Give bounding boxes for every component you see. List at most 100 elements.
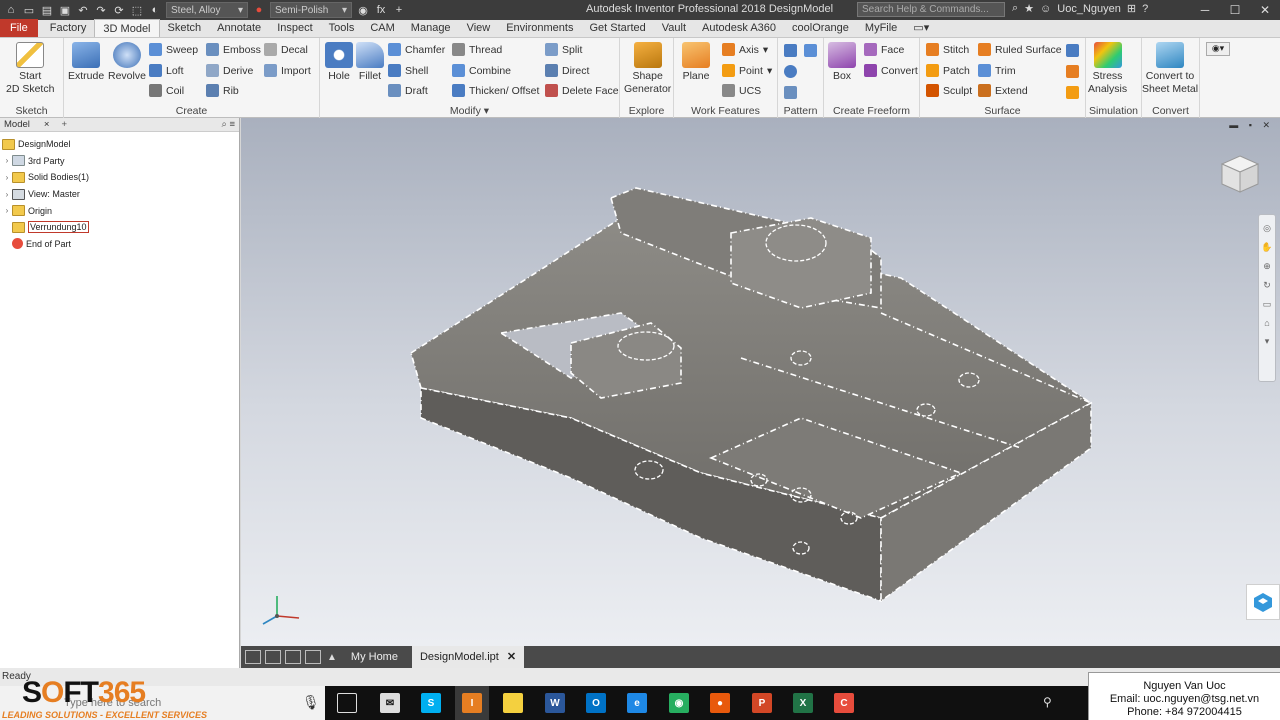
zoom-icon[interactable]: ⊕ bbox=[1263, 261, 1271, 272]
tree-node-view-master[interactable]: › View: Master bbox=[2, 186, 237, 203]
mirror-icon[interactable] bbox=[804, 44, 817, 57]
add-in-cube-button[interactable] bbox=[1246, 584, 1280, 620]
stitch-button[interactable]: Stitch bbox=[926, 43, 969, 56]
word-icon[interactable]: W bbox=[545, 693, 565, 713]
circular-pattern-icon[interactable] bbox=[784, 65, 797, 78]
sculpt-button[interactable]: Sculpt bbox=[926, 84, 972, 97]
delete-face-button[interactable]: Delete Face bbox=[545, 84, 619, 97]
maximize-button[interactable]: ☐ bbox=[1220, 0, 1250, 20]
tab-annotate[interactable]: Annotate bbox=[209, 19, 269, 37]
close-tab-icon[interactable]: ✕ bbox=[507, 651, 516, 663]
my-home-tab[interactable]: My Home bbox=[343, 646, 406, 668]
microphone-icon[interactable]: 🎙 bbox=[302, 694, 320, 711]
coil-button[interactable]: Coil bbox=[149, 84, 184, 97]
import-button[interactable]: Import bbox=[264, 64, 311, 77]
arrange-vertical-icon[interactable] bbox=[305, 650, 321, 664]
combine-button[interactable]: Combine bbox=[452, 64, 511, 77]
color-override-icon[interactable]: ◉ bbox=[356, 3, 370, 17]
tab-manage[interactable]: Manage bbox=[403, 19, 459, 37]
tab-list-icon[interactable]: ▲ bbox=[327, 652, 337, 663]
tree-node-end-of-part[interactable]: End of Part bbox=[2, 236, 237, 253]
model-tab[interactable]: Model bbox=[4, 119, 30, 130]
tab-coolorange[interactable]: coolOrange bbox=[784, 19, 857, 37]
graphics-viewport[interactable]: ▬ ▪ ✕ ◎ ✋ ⊕ ↻ ▭ ⌂ ▾ bbox=[241, 118, 1280, 646]
derive-button[interactable]: Derive bbox=[206, 64, 253, 77]
edge-icon[interactable]: e bbox=[627, 693, 647, 713]
other-app-icon[interactable]: C bbox=[834, 693, 854, 713]
menu-icon[interactable]: ≡ bbox=[229, 119, 235, 130]
add-browser-icon[interactable]: + bbox=[61, 119, 67, 130]
extrude-button[interactable]: Extrude bbox=[68, 42, 104, 83]
ribbon-options-dropdown[interactable]: ◉▾ bbox=[1206, 42, 1230, 56]
plane-button[interactable]: Plane bbox=[682, 42, 710, 83]
loft-button[interactable]: Loft bbox=[149, 64, 184, 77]
material-dropdown[interactable]: Steel, Alloy ▾ bbox=[166, 2, 248, 18]
select-icon[interactable]: ⬚ bbox=[130, 3, 144, 17]
add-icon[interactable]: + bbox=[392, 3, 406, 17]
chrome-icon[interactable]: ◉ bbox=[669, 693, 689, 713]
help-icon[interactable]: ? bbox=[1142, 3, 1148, 15]
close-browser-icon[interactable]: × bbox=[44, 119, 50, 130]
tab-options-icon[interactable]: ▭▾ bbox=[905, 19, 937, 37]
arrange-horizontal-icon[interactable] bbox=[285, 650, 301, 664]
shape-generator-button[interactable]: Shape Generator bbox=[624, 42, 671, 96]
trim-button[interactable]: Trim bbox=[978, 64, 1016, 77]
pan-icon[interactable]: ✋ bbox=[1261, 242, 1272, 253]
expand-nav-icon[interactable]: ▾ bbox=[1265, 336, 1270, 347]
point-button[interactable]: Point ▾ bbox=[722, 64, 772, 77]
tab-cam[interactable]: CAM bbox=[362, 19, 402, 37]
ruled-surface-button[interactable]: Ruled Surface bbox=[978, 43, 1062, 56]
measure-icon[interactable]: ◐ bbox=[148, 3, 162, 17]
designmodel-tab[interactable]: DesignModel.ipt ✕ bbox=[411, 646, 525, 668]
thread-button[interactable]: Thread bbox=[452, 43, 502, 56]
task-view-icon[interactable] bbox=[337, 693, 357, 713]
user-icon[interactable]: ☺ bbox=[1040, 3, 1051, 15]
skype-icon[interactable]: S bbox=[421, 693, 441, 713]
inventor-icon[interactable]: I bbox=[462, 693, 482, 713]
draft-button[interactable]: Draft bbox=[388, 84, 428, 97]
expand-icon[interactable]: › bbox=[2, 206, 12, 215]
tab-vault[interactable]: Vault bbox=[654, 19, 694, 37]
home-icon[interactable]: ⌂ bbox=[4, 3, 18, 17]
axis-button[interactable]: Axis ▾ bbox=[722, 43, 768, 56]
search-icon[interactable]: ⌕ bbox=[1012, 2, 1018, 15]
patch-button[interactable]: Patch bbox=[926, 64, 970, 77]
look-at-icon[interactable]: ▭ bbox=[1263, 299, 1272, 310]
chamfer-button[interactable]: Chamfer bbox=[388, 43, 445, 56]
expand-icon[interactable]: › bbox=[2, 156, 12, 165]
orbit-icon[interactable]: ↻ bbox=[1263, 280, 1271, 291]
undo-icon[interactable]: ↶ bbox=[76, 3, 90, 17]
view-cube[interactable] bbox=[1218, 152, 1262, 196]
tab-tools[interactable]: Tools bbox=[321, 19, 363, 37]
convert-sheet-metal-button[interactable]: Convert to Sheet Metal bbox=[1142, 42, 1198, 96]
people-icon[interactable]: ⚲ bbox=[1043, 695, 1052, 709]
stress-analysis-button[interactable]: Stress Analysis bbox=[1088, 42, 1127, 96]
excel-icon[interactable]: X bbox=[793, 693, 813, 713]
open-icon[interactable]: ▤ bbox=[40, 3, 54, 17]
fit-mesh-face-icon[interactable] bbox=[1066, 86, 1079, 99]
sweep-button[interactable]: Sweep bbox=[149, 43, 198, 56]
tree-node-designmodel[interactable]: DesignModel bbox=[2, 136, 237, 153]
firefox-icon[interactable]: ● bbox=[710, 693, 730, 713]
start-2d-sketch-button[interactable]: Start 2D Sketch bbox=[6, 42, 54, 96]
split-button[interactable]: Split bbox=[545, 43, 582, 56]
decal-button[interactable]: Decal bbox=[264, 43, 308, 56]
new-file-icon[interactable]: ▭ bbox=[22, 3, 36, 17]
tab-factory[interactable]: Factory bbox=[42, 19, 95, 37]
outlook-icon[interactable]: O bbox=[586, 693, 606, 713]
expand-icon[interactable]: › bbox=[2, 190, 12, 199]
save-icon[interactable]: ▣ bbox=[58, 3, 72, 17]
shell-button[interactable]: Shell bbox=[388, 64, 428, 77]
tree-node-origin[interactable]: › Origin bbox=[2, 202, 237, 219]
hole-button[interactable]: Hole bbox=[325, 42, 353, 83]
box-button[interactable]: Box bbox=[828, 42, 856, 83]
appearance-dropdown[interactable]: Semi-Polish ▾ bbox=[270, 2, 352, 18]
tab-sketch[interactable]: Sketch bbox=[160, 19, 210, 37]
update-icon[interactable]: ⟳ bbox=[112, 3, 126, 17]
tab-file[interactable]: File bbox=[0, 19, 38, 37]
mail-icon[interactable]: ✉ bbox=[380, 693, 400, 713]
star-icon[interactable]: ★ bbox=[1024, 2, 1034, 15]
home-view-icon[interactable]: ⌂ bbox=[1264, 318, 1269, 328]
sketch-pattern-icon[interactable] bbox=[784, 86, 797, 99]
face-button[interactable]: Face bbox=[864, 43, 904, 56]
